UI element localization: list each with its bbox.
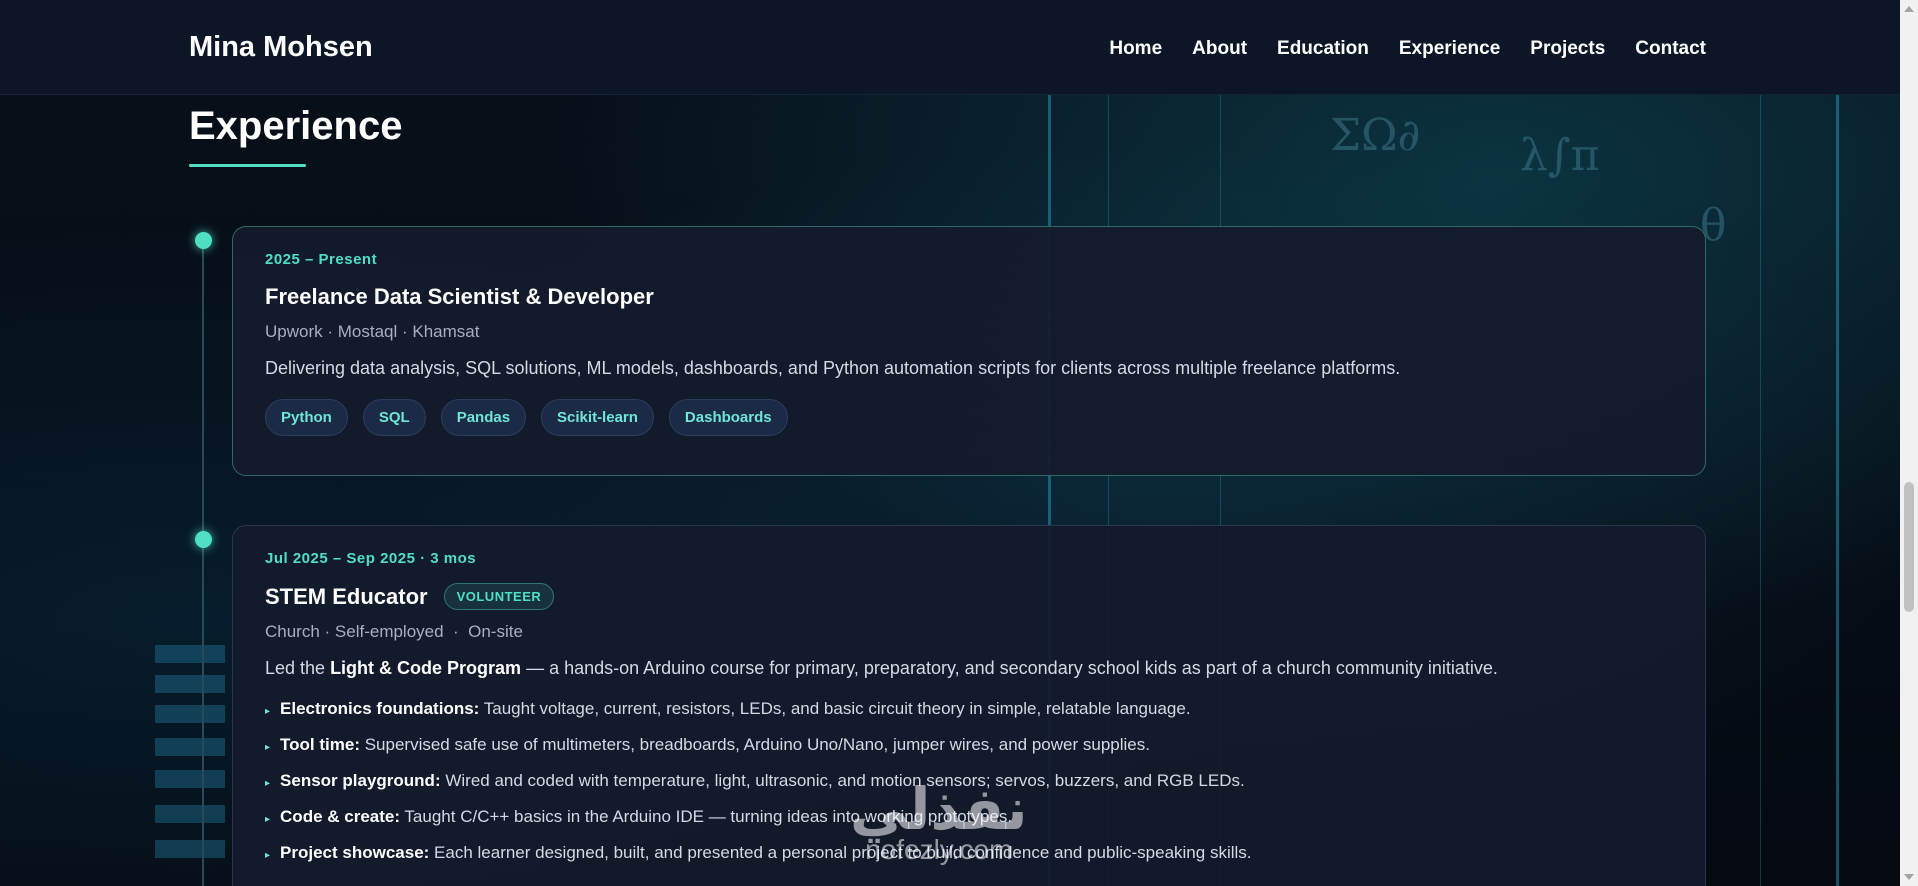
bg-bar	[155, 770, 225, 788]
tag-list: Python SQL Pandas Scikit-learn Dashboard…	[265, 399, 1673, 436]
top-nav: Mina Mohsen Home About Education Experie…	[0, 0, 1900, 95]
page-scrollbar[interactable]	[1900, 0, 1918, 886]
experience-description: Delivering data analysis, SQL solutions,…	[265, 358, 1401, 378]
timeline-line	[202, 240, 204, 886]
bg-bar	[155, 705, 225, 723]
bullet-title: Code & create:	[280, 807, 401, 826]
tag-python: Python	[265, 399, 348, 436]
watermark: نفذلي nofezly.com	[850, 780, 1027, 866]
nav-link-education[interactable]: Education	[1277, 38, 1369, 60]
title-underline	[189, 164, 306, 167]
nav-menu: Home About Education Experience Projects…	[1109, 38, 1706, 60]
bullet-text: Supervised safe use of multimeters, brea…	[359, 735, 1150, 754]
scroll-up-icon[interactable]	[1904, 6, 1914, 12]
nav-link-contact[interactable]: Contact	[1635, 38, 1706, 60]
bullet-arrow-icon: ▸	[265, 814, 271, 825]
bullet-arrow-icon: ▸	[265, 742, 271, 753]
experience-role: STEM Educator VOLUNTEER	[265, 583, 1673, 610]
experience-company: Upwork · Mostaql · Khamsat	[265, 322, 480, 341]
list-item: ▸ Electronics foundations: Taught voltage…	[265, 699, 1673, 719]
bullet-title: Electronics foundations:	[280, 699, 480, 718]
bg-glyph: λ∫π	[1520, 130, 1600, 181]
timeline-dot-icon	[195, 531, 212, 548]
description-suffix: — a hands-on Arduino course for primary,…	[521, 658, 1498, 678]
bg-glyph: ΣΩ∂	[1330, 110, 1421, 161]
bg-bar	[155, 805, 225, 823]
bg-line	[1760, 95, 1761, 886]
nav-link-experience[interactable]: Experience	[1399, 38, 1500, 60]
bullet-text: Each learner designed, built, and presen…	[429, 843, 1252, 862]
bullet-arrow-icon: ▸	[265, 778, 271, 789]
section-title: Experience	[189, 104, 403, 148]
nav-link-home[interactable]: Home	[1109, 38, 1162, 60]
bullet-text: Taught voltage, current, resistors, LEDs…	[479, 699, 1191, 718]
experience-card-freelance: 2025 – Present Freelance Data Scientist …	[232, 226, 1706, 476]
program-name: Light & Code Program	[330, 658, 522, 678]
timeline-dot-icon	[195, 232, 212, 249]
tag-scikit-learn: Scikit-learn	[541, 399, 654, 436]
bullet-title: Project showcase:	[280, 843, 430, 862]
list-item: ▸ Tool time: Supervised safe use of multi…	[265, 735, 1673, 755]
description-prefix: Led the	[265, 658, 331, 678]
scroll-thumb[interactable]	[1904, 482, 1914, 612]
brand-logo[interactable]: Mina Mohsen	[189, 31, 373, 64]
watermark-logo: نفذلي	[850, 775, 1028, 843]
bullet-title: Sensor playground:	[280, 771, 441, 790]
bg-line	[1836, 95, 1839, 886]
experience-description: Led the Light & Code Program — a hands-o…	[265, 658, 1673, 679]
bg-bar	[155, 738, 225, 756]
nav-link-projects[interactable]: Projects	[1530, 38, 1605, 60]
tag-pandas: Pandas	[440, 399, 527, 436]
experience-company: Church · Self-employed · On-site	[265, 622, 523, 641]
watermark-url: nofezly.com	[865, 834, 1013, 865]
bg-bar	[155, 840, 225, 858]
role-title: Freelance Data Scientist & Developer	[265, 284, 654, 309]
bullet-title: Tool time:	[280, 735, 360, 754]
experience-role: Freelance Data Scientist & Developer	[265, 284, 1673, 310]
tag-sql: SQL	[362, 399, 426, 436]
bg-bar	[155, 675, 225, 693]
nav-link-about[interactable]: About	[1192, 38, 1247, 60]
bg-bar	[155, 645, 225, 663]
bullet-text: Wired and coded with temperature, light,…	[440, 771, 1245, 790]
volunteer-badge: VOLUNTEER	[443, 583, 555, 610]
scroll-down-icon[interactable]	[1904, 874, 1914, 880]
bullet-arrow-icon: ▸	[265, 850, 271, 861]
role-title: STEM Educator	[265, 583, 428, 609]
bullet-arrow-icon: ▸	[265, 706, 271, 717]
experience-date: 2025 – Present	[265, 251, 378, 268]
experience-date: Jul 2025 – Sep 2025 · 3 mos	[265, 550, 477, 567]
tag-dashboards: Dashboards	[668, 399, 788, 436]
